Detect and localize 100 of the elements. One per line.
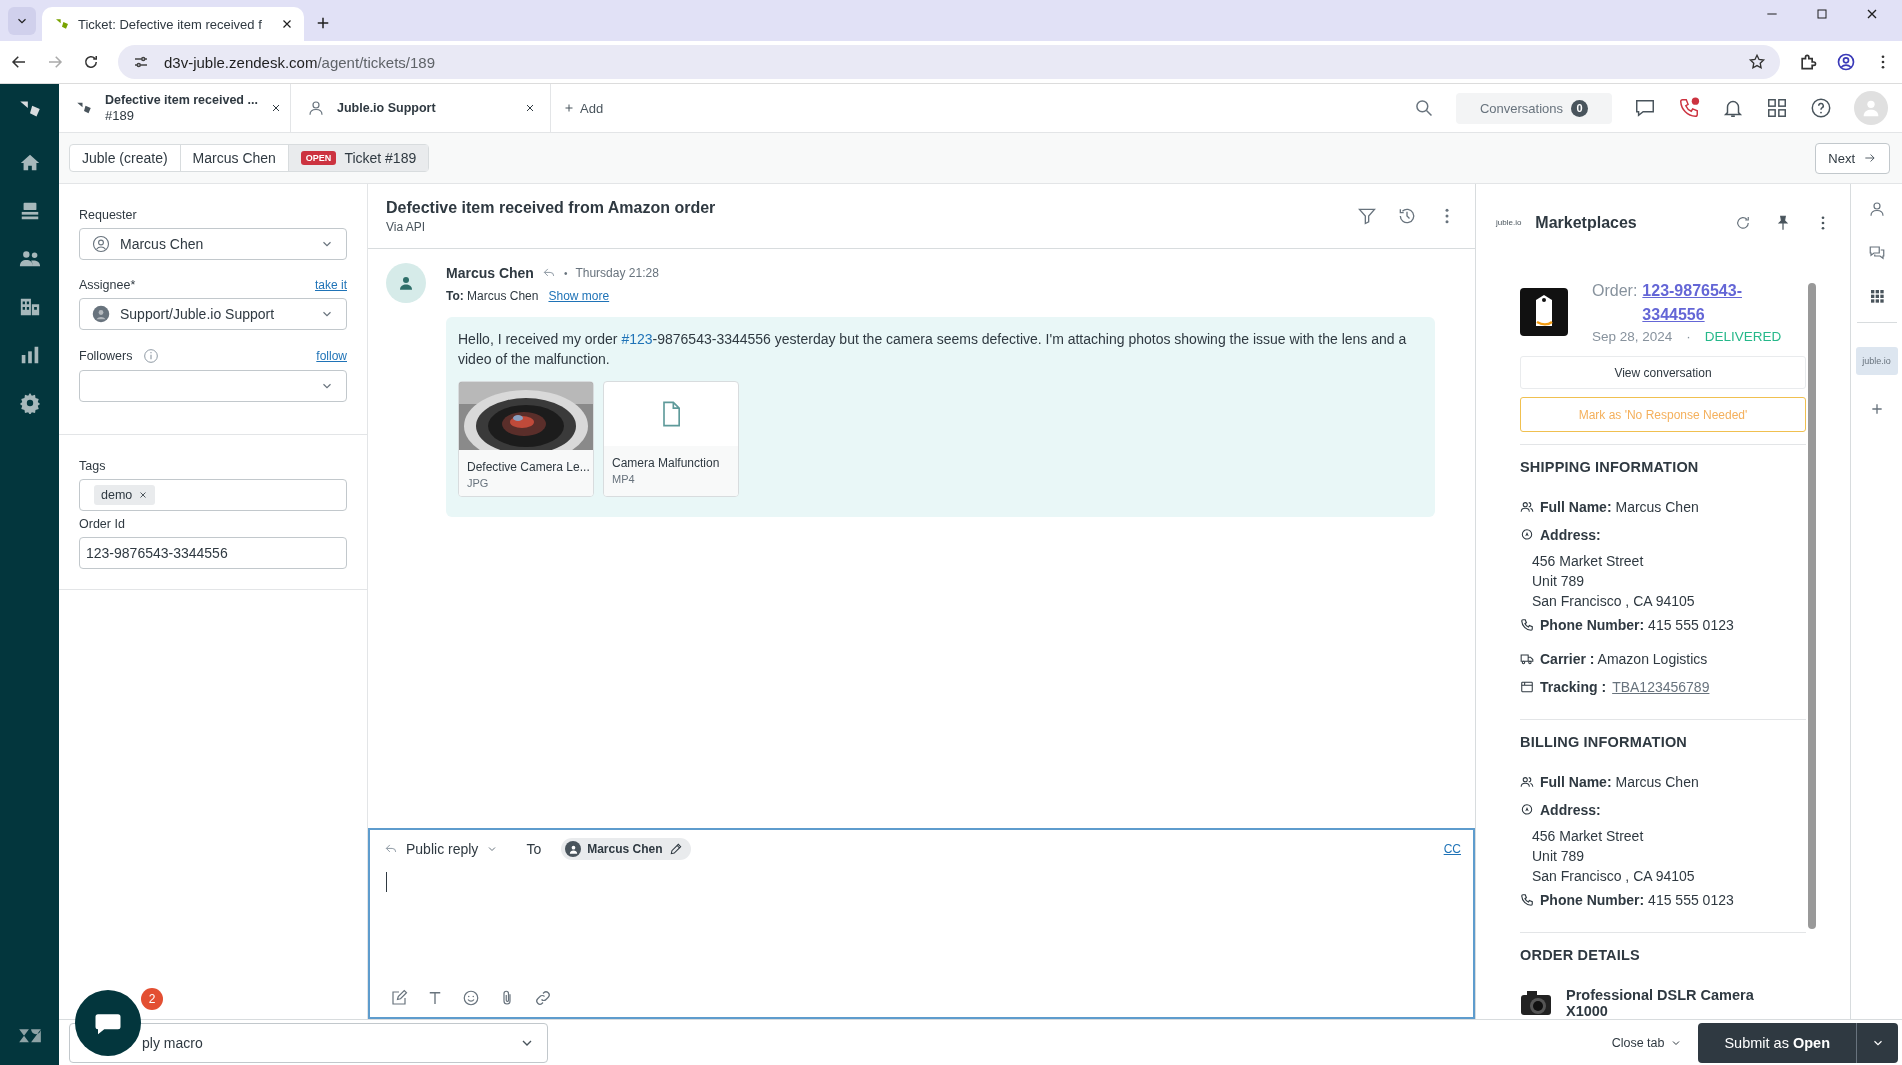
- people-icon: [1520, 500, 1534, 514]
- conversations-icon[interactable]: [1867, 244, 1886, 262]
- close-tab-dropdown[interactable]: Close tab: [1611, 1035, 1683, 1050]
- cc-link[interactable]: CC: [1443, 842, 1461, 856]
- pencil-icon: [668, 842, 683, 856]
- emoji-icon[interactable]: [462, 989, 480, 1007]
- info-label: Phone Number: 415 555 0123: [1540, 617, 1734, 633]
- tags-field[interactable]: demo: [79, 479, 347, 511]
- breadcrumb[interactable]: Juble (create): [70, 145, 181, 171]
- dropdown-field[interactable]: [79, 370, 347, 402]
- extensions-icon[interactable]: [1798, 52, 1818, 72]
- phone-alert-icon[interactable]: [1678, 97, 1700, 119]
- settings-icon[interactable]: [18, 392, 41, 414]
- phone-icon: [1520, 618, 1534, 632]
- attachment-card[interactable]: Camera Malfunction MP4: [603, 381, 739, 497]
- user-icon: [307, 99, 325, 117]
- building-icon[interactable]: [18, 296, 41, 318]
- separator-dot: •: [563, 267, 568, 279]
- message-text: Hello, I received my order #123-9876543-3344556 yesterday but the camera seems defective. I'm attaching photos showing the issue with the lens and a video of the malfunction.: [458, 330, 1408, 369]
- back-icon[interactable]: [10, 53, 28, 71]
- plus-icon: [563, 102, 575, 114]
- group-icon: [92, 305, 110, 323]
- take-it-link[interactable]: take it: [315, 278, 347, 292]
- order-status: DELIVERED: [1704, 329, 1782, 344]
- text-cursor: [386, 872, 387, 892]
- macro-dropdown[interactable]: ply macro: [69, 1022, 548, 1063]
- info-label: Full Name: Marcus Chen: [1540, 499, 1699, 515]
- remove-icon[interactable]: [138, 490, 149, 500]
- timestamp: Thursday 21:28: [575, 266, 659, 280]
- address-line: Unit 789: [1532, 848, 1586, 864]
- reload-icon[interactable]: [82, 53, 100, 71]
- status-badge: OPEN: [300, 151, 337, 165]
- separator-dot: ·: [1686, 329, 1691, 344]
- history-icon[interactable]: [1397, 206, 1417, 226]
- help-icon[interactable]: [1810, 97, 1832, 119]
- recipient-chip[interactable]: Marcus Chen: [561, 838, 691, 860]
- location-icon: [1520, 528, 1534, 542]
- apps-icon[interactable]: [1868, 288, 1885, 304]
- app-title: Marketplaces: [1535, 213, 1637, 232]
- breadcrumb[interactable]: OPEN Ticket #189: [288, 145, 429, 171]
- phone-icon: [1520, 893, 1534, 907]
- field-label: Order Id: [79, 517, 125, 531]
- apps-grid-icon[interactable]: [1766, 97, 1788, 119]
- bookmark-star-icon[interactable]: [1748, 53, 1766, 71]
- camera-icon: [1520, 989, 1552, 1017]
- info-label: Carrier : Amazon Logistics: [1540, 651, 1708, 667]
- reply-editor[interactable]: Public reply To Marcus Chen CC: [368, 828, 1475, 1019]
- attachment-card[interactable]: Defective Camera Le... JPG: [458, 381, 594, 497]
- app-button[interactable]: juble.io: [1855, 347, 1898, 375]
- address-line: San Francisco , CA 94105: [1532, 593, 1696, 609]
- browser-tab[interactable]: Ticket: Defective item received f: [42, 7, 304, 41]
- recipient-line: To: Marcus Chen: [446, 289, 539, 303]
- order-link[interactable]: #123: [621, 331, 653, 347]
- info-label: Address:: [1540, 527, 1601, 543]
- filter-icon[interactable]: [1357, 206, 1377, 226]
- add-tab-button[interactable]: Add: [551, 84, 616, 132]
- workspace-tab[interactable]: Juble.io Support: [291, 84, 551, 132]
- chat-icon[interactable]: [1634, 97, 1656, 119]
- ticket-channel: Via API: [386, 219, 427, 234]
- section-heading: BILLING INFORMATION: [1520, 734, 1689, 750]
- address-line: 456 Market Street: [1532, 828, 1645, 844]
- to-label: To: [526, 841, 542, 857]
- submit-button[interactable]: Submit as Open: [1698, 1022, 1856, 1063]
- conversations-button[interactable]: Conversations 0: [1455, 92, 1612, 124]
- count-badge: 0: [1571, 99, 1588, 117]
- user-icon: [92, 235, 110, 253]
- info-label: Full Name: Marcus Chen: [1540, 774, 1699, 790]
- profile-icon[interactable]: [1836, 52, 1856, 72]
- order-date: Sep 28, 2024: [1592, 329, 1673, 344]
- workspace-tab[interactable]: Defective item received ... #189: [59, 84, 291, 132]
- dropdown-field[interactable]: Support/Juble.io Support: [79, 298, 347, 330]
- follow-link[interactable]: follow: [316, 349, 347, 363]
- person-icon: [397, 274, 415, 292]
- tracking-link[interactable]: TBA123456789: [1612, 679, 1710, 695]
- order-number-link[interactable]: 123-9876543-3344556: [1642, 279, 1763, 327]
- url-host: d3v-juble.zendesk.com: [164, 53, 318, 71]
- info-label: Address:: [1540, 802, 1601, 818]
- next-button[interactable]: Next: [1815, 142, 1890, 174]
- dropdown-field[interactable]: Marcus Chen: [79, 228, 347, 260]
- scrollbar[interactable]: [1808, 283, 1816, 929]
- url-path: /agent/tickets/189: [317, 53, 435, 71]
- compose-icon[interactable]: [390, 989, 408, 1007]
- address-bar[interactable]: d3v-juble.zendesk.com/agent/tickets/189: [118, 45, 1780, 79]
- info-label: Tracking :: [1540, 679, 1607, 695]
- reply-mode-dropdown[interactable]: Public reply: [384, 841, 499, 857]
- product-name: Professional DSLR Camera X1000: [1566, 987, 1755, 1019]
- people-icon: [1520, 775, 1534, 789]
- link-icon[interactable]: [534, 989, 552, 1007]
- file-type: MP4: [612, 472, 636, 487]
- submit-options-button[interactable]: [1856, 1022, 1898, 1063]
- search-icon[interactable]: [1413, 98, 1434, 118]
- close-icon[interactable]: [524, 102, 536, 114]
- show-more-link[interactable]: Show more: [548, 289, 610, 303]
- ticket-subject: Defective item received from Amazon order: [386, 198, 716, 217]
- view-conversation-button[interactable]: View conversation: [1520, 356, 1806, 390]
- address-line: San Francisco , CA 94105: [1532, 868, 1696, 884]
- breadcrumb[interactable]: Marcus Chen: [180, 145, 289, 171]
- order-id-field[interactable]: 123-9876543-3344556: [79, 537, 347, 569]
- truck-icon: [1520, 652, 1534, 666]
- user-icon[interactable]: [1867, 200, 1886, 218]
